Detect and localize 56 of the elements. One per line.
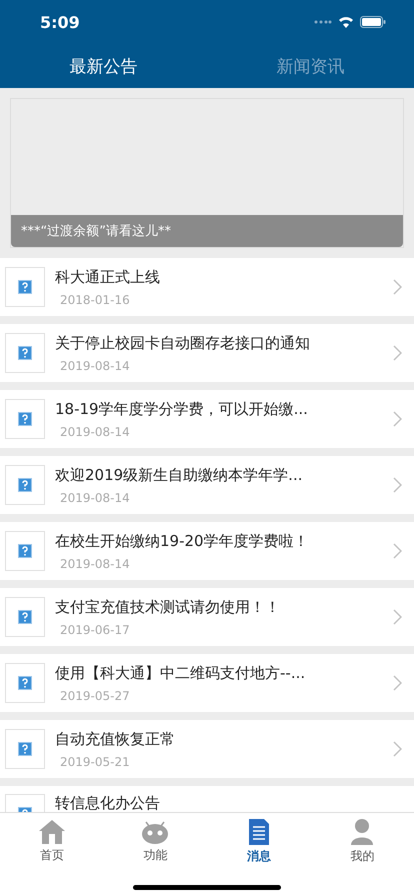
status-time: 5:09 (40, 12, 80, 32)
notice-item[interactable]: 转信息化办公告 (0, 786, 414, 812)
notice-title: 自动充值恢复正常 (55, 730, 176, 748)
notice-date: 2019-05-27 (59, 688, 131, 702)
battery-icon (360, 16, 386, 28)
chevron-icon (393, 543, 402, 559)
nav-tab[interactable]: 我的 (310, 813, 414, 869)
notice-date: 2019-08-14 (59, 358, 131, 372)
tab[interactable]: 最新公告 (0, 44, 207, 88)
notice-item[interactable]: 在校生开始缴纳19-20学年度学费啦！ 2019-08-14 (0, 522, 414, 580)
house-icon (38, 818, 66, 844)
chevron-icon (393, 675, 402, 691)
notice-date: 2019-08-14 (59, 490, 131, 504)
broken-image-icon (18, 412, 32, 426)
chevron-icon (393, 609, 402, 625)
broken-image-icon (18, 742, 32, 756)
notice-item[interactable]: 支付宝充值技术测试请勿使用！！ 2019-06-17 (0, 588, 414, 646)
nav-tab[interactable]: 首页 (0, 813, 104, 869)
wifi-icon (338, 16, 354, 28)
chevron-icon (393, 477, 402, 493)
notice-title: 支付宝充值技术测试请勿使用！！ (55, 598, 281, 616)
notice-date: 2019-06-17 (59, 622, 131, 636)
person-icon (350, 818, 374, 846)
broken-image-icon (18, 610, 32, 624)
notice-title: 科大通正式上线 (55, 268, 161, 286)
broken-image-icon (18, 478, 32, 492)
chevron-icon (393, 741, 402, 757)
notice-title: 在校生开始缴纳19-20学年度学费啦！ (55, 532, 310, 550)
notice-item[interactable]: 科大通正式上线 2018-01-16 (0, 258, 414, 316)
notice-item[interactable]: 18-19学年度学分学费，可以开始缴... 2019-08-14 (0, 390, 414, 448)
nav-tab[interactable]: 消息 (207, 813, 310, 869)
notice-title: 转信息化办公告 (55, 794, 161, 812)
notice-title: 18-19学年度学分学费，可以开始缴... (55, 400, 309, 418)
notice-date: 2019-05-21 (59, 754, 131, 768)
broken-image-icon (18, 346, 32, 360)
notice-date: 2018-01-16 (59, 292, 131, 306)
banner-caption: ***“过渡余额”请看这儿** (11, 215, 403, 247)
chevron-icon (393, 411, 402, 427)
notice-item[interactable]: 欢迎2019级新生自助缴纳本学年学... 2019-08-14 (0, 456, 414, 514)
document-icon (248, 818, 270, 846)
notice-title: 欢迎2019级新生自助缴纳本学年学... (55, 466, 304, 484)
nav-tab[interactable]: 功能 (104, 813, 207, 869)
chevron-icon (393, 279, 402, 295)
notice-item[interactable]: 使用【科大通】中二维码支付地方--... 2019-05-27 (0, 654, 414, 712)
chevron-icon (393, 345, 402, 361)
notice-date: 2019-08-14 (59, 424, 131, 438)
notice-item[interactable]: 自动充值恢复正常 2019-05-21 (0, 720, 414, 778)
notice-item[interactable]: 关于停止校园卡自动圈存老接口的通知 2019-08-14 (0, 324, 414, 382)
broken-image-icon (18, 280, 32, 294)
notice-date: 2019-08-14 (59, 556, 131, 570)
notice-title: 关于停止校园卡自动圈存老接口的通知 (55, 334, 311, 352)
broken-image-icon (18, 676, 32, 690)
broken-image-icon (18, 544, 32, 558)
notice-title: 使用【科大通】中二维码支付地方--... (55, 664, 306, 682)
robot-icon (140, 818, 170, 844)
signal-icon (314, 20, 332, 24)
